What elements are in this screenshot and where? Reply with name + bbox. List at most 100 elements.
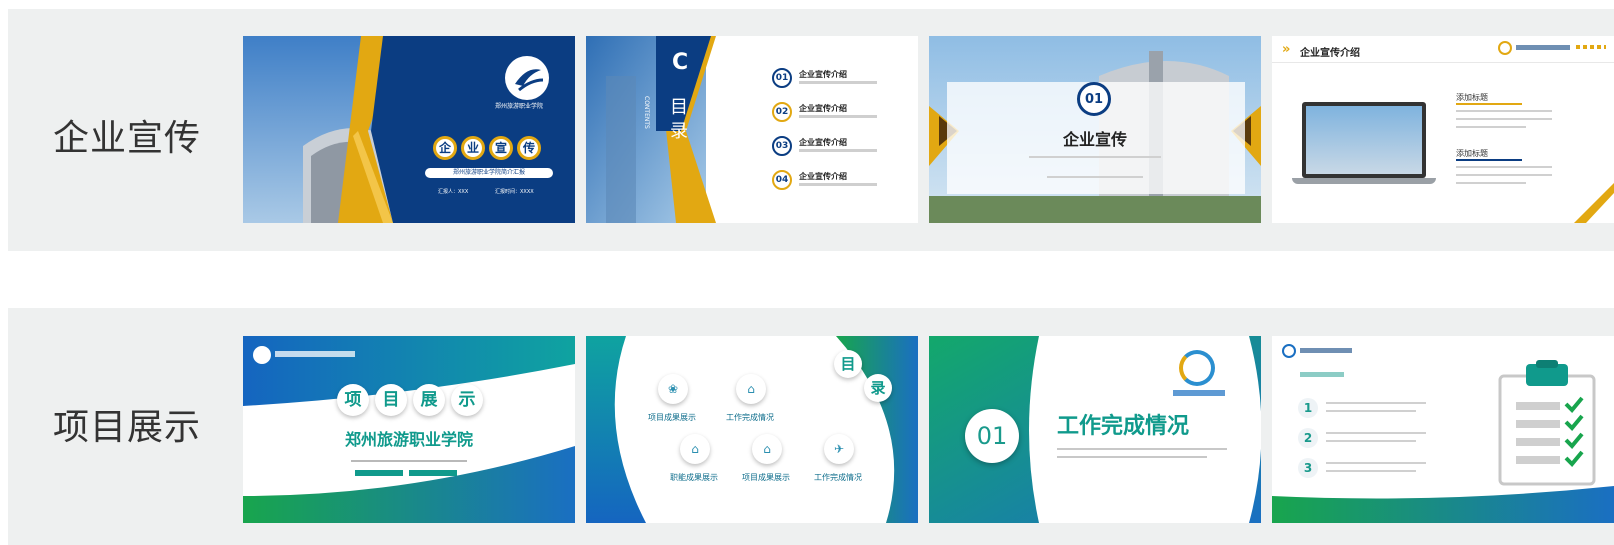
school-logo-icon xyxy=(253,346,271,364)
section-title: 工作完成情况 xyxy=(1057,414,1190,439)
toc-number: 01 xyxy=(772,68,792,88)
laptop-image xyxy=(1302,102,1426,178)
title-badge-char: 目 xyxy=(375,384,407,416)
cover-tag xyxy=(409,470,457,476)
toc-item-title: 企业宣传介绍 xyxy=(799,172,847,181)
toc-item-title: 企业宣传介绍 xyxy=(799,70,847,79)
title-badge-char: 业 xyxy=(461,136,485,160)
school-signature xyxy=(275,351,355,357)
contents-title-char: 录 xyxy=(864,374,892,402)
logo-icon xyxy=(1498,41,1512,55)
contents-title-char: 目 xyxy=(834,350,862,378)
school-signature xyxy=(1300,348,1352,353)
item-label: 职能成果展示 xyxy=(670,473,718,482)
toc-item-desc xyxy=(799,81,877,84)
list-desc-line xyxy=(1326,410,1416,412)
item-label: 项目成果展示 xyxy=(648,413,696,422)
title-badge-char: 项 xyxy=(337,384,369,416)
list-desc-line xyxy=(1326,402,1426,404)
school-logo-icon xyxy=(1282,344,1296,358)
contents-background xyxy=(586,336,918,523)
item-icon: ⌂ xyxy=(752,434,782,464)
toc-item-desc xyxy=(799,183,877,186)
template-thumbnail[interactable]: » 企业宣传介绍 添加标题 添加标题 xyxy=(1272,36,1614,223)
heading-underline xyxy=(1456,103,1522,105)
header-dots xyxy=(1576,45,1606,49)
section-heading: 添加标题 xyxy=(1456,93,1488,102)
template-thumbnail[interactable]: 01 工作完成情况 xyxy=(929,336,1261,523)
title-badge-char: 示 xyxy=(451,384,483,416)
title-badge-char: 宣 xyxy=(489,136,513,160)
template-thumbnail[interactable]: 01 企业宣传 xyxy=(929,36,1261,223)
list-desc-line xyxy=(1326,462,1426,464)
list-number: 2 xyxy=(1298,428,1318,448)
toc-number: 02 xyxy=(772,102,792,122)
cover-title: 郑州旅游职业学院 xyxy=(344,430,473,449)
category-label: 项目展示 xyxy=(53,407,202,448)
list-number: 3 xyxy=(1298,458,1318,478)
item-icon: ❀ xyxy=(658,374,688,404)
contents-title: 目录 xyxy=(670,97,688,142)
template-category-row: 企业宣传 郑州旅游职业学院 企 业 宣 传 郑州旅游职业学院简介汇报 汇报人：X… xyxy=(8,9,1614,251)
toc-item-title: 企业宣传介绍 xyxy=(799,138,847,147)
laptop-base xyxy=(1292,178,1436,184)
toc-item-desc xyxy=(799,149,877,152)
list-desc-line xyxy=(1326,440,1416,442)
corner-decoration xyxy=(1574,183,1614,223)
title-badge-char: 展 xyxy=(413,384,445,416)
desc-line xyxy=(1456,174,1552,176)
list-desc-line xyxy=(1326,470,1416,472)
list-desc-line xyxy=(1326,432,1426,434)
clipboard-icon xyxy=(1498,360,1596,486)
desc-line xyxy=(1456,110,1552,112)
item-label: 工作完成情况 xyxy=(814,473,862,482)
section-title: 企业宣传 xyxy=(1062,130,1127,149)
title-badge-char: 传 xyxy=(517,136,541,160)
template-category-row: 项目展示 项 目 展 示 郑州旅游职业学院 目 录 ❀ 项目成果展示 ⌂ 工作完… xyxy=(8,308,1614,545)
subtitle-bar: 郑州旅游职业学院简介汇报 xyxy=(425,168,553,178)
date-text: 汇报时间：XXXX xyxy=(495,189,534,195)
header-signature xyxy=(1516,45,1570,50)
section-desc-line xyxy=(1057,456,1207,458)
item-label: 项目成果展示 xyxy=(742,473,790,482)
template-thumbnail[interactable]: 1 2 3 xyxy=(1272,336,1614,523)
toc-item-desc xyxy=(799,115,877,118)
section-number: 01 xyxy=(1077,82,1111,116)
desc-line xyxy=(1456,126,1526,128)
slide-header: 企业宣传介绍 xyxy=(1300,48,1360,59)
toc-item-title: 企业宣传介绍 xyxy=(799,104,847,113)
section-desc-line xyxy=(1029,156,1161,158)
logo-icon xyxy=(505,56,549,100)
toc-number: 04 xyxy=(772,170,792,190)
logo-icon xyxy=(1179,350,1215,386)
template-thumbnail[interactable]: 目 录 ❀ 项目成果展示 ⌂ 工作完成情况 ⌂ 职能成果展示 ⌂ 项目成果展示 … xyxy=(586,336,918,523)
list-number: 1 xyxy=(1298,398,1318,418)
item-icon: ⌂ xyxy=(736,374,766,404)
header-chevron-icon: » xyxy=(1282,42,1291,57)
category-label: 企业宣传 xyxy=(53,118,202,159)
desc-line xyxy=(1456,182,1526,184)
header-bar xyxy=(1272,62,1614,63)
template-thumbnail[interactable]: 郑州旅游职业学院 企 业 宣 传 郑州旅游职业学院简介汇报 汇报人：XXX 汇报… xyxy=(243,36,575,223)
template-thumbnail[interactable]: 项 目 展 示 郑州旅游职业学院 xyxy=(243,336,575,523)
reporter-text: 汇报人：XXX xyxy=(438,189,469,195)
heading-underline xyxy=(1456,159,1522,161)
slide-heading-placeholder xyxy=(1300,372,1344,377)
cover-desc-line xyxy=(351,460,467,462)
logo-signature xyxy=(1173,390,1225,396)
contents-background xyxy=(586,36,716,223)
template-thumbnail[interactable]: C CONTENTS 目录 01 企业宣传介绍 02 企业宣传介绍 03 企业宣… xyxy=(586,36,918,223)
cover-tag xyxy=(355,470,403,476)
school-name-signature: 郑州旅游职业学院 xyxy=(495,103,544,110)
desc-line xyxy=(1456,166,1552,168)
contents-word: CONTENTS xyxy=(643,96,650,129)
section-desc-line xyxy=(1057,448,1227,450)
item-icon: ⌂ xyxy=(680,434,710,464)
desc-line xyxy=(1456,118,1552,120)
section-desc-line xyxy=(1047,176,1143,178)
item-icon: ✈ xyxy=(824,434,854,464)
toc-number: 03 xyxy=(772,136,792,156)
section-heading: 添加标题 xyxy=(1456,149,1488,158)
contents-letter: C xyxy=(672,50,689,75)
title-badge-char: 企 xyxy=(433,136,457,160)
